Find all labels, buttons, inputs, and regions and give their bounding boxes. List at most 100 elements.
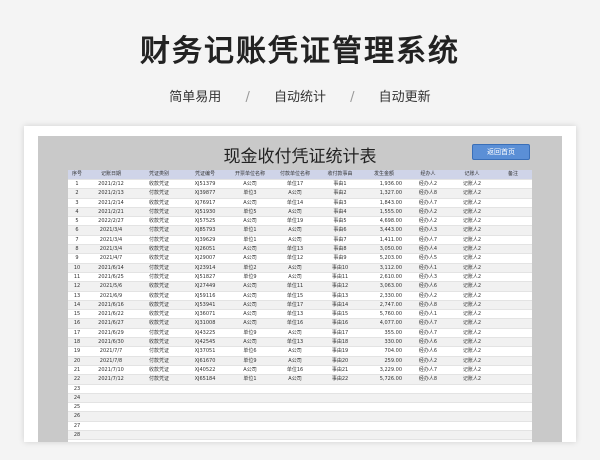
table-cell[interactable]	[182, 411, 228, 422]
table-cell[interactable]: 9	[68, 253, 86, 264]
table-cell[interactable]: 单位19	[272, 216, 318, 227]
table-cell[interactable]: A公司	[228, 318, 272, 329]
table-cell[interactable]: 单位16	[272, 365, 318, 376]
table-cell[interactable]: 10	[68, 263, 86, 273]
table-cell[interactable]: 记账人2	[450, 337, 494, 348]
table-cell[interactable]: 收款凭证	[136, 216, 182, 227]
table-cell[interactable]	[494, 225, 532, 236]
table-row[interactable]: 22 2021/7/12 付款凭证 XJ65184 单位1 A公司 事由22 5,726.00…	[68, 374, 532, 385]
table-row[interactable]: 14 2021/6/16 收款凭证 XJ53941 A公司 单位17 事由14 2,747.0…	[68, 300, 532, 311]
table-cell[interactable]	[494, 365, 532, 376]
table-cell[interactable]: 记账人2	[450, 318, 494, 329]
table-cell[interactable]: 事由13	[318, 291, 362, 301]
table-cell[interactable]: 记账人2	[450, 188, 494, 199]
table-cell[interactable]	[86, 411, 136, 422]
table-cell[interactable]: 事由6	[318, 225, 362, 236]
table-cell[interactable]: A公司	[272, 188, 318, 199]
table-cell[interactable]	[272, 411, 318, 422]
table-cell[interactable]: 单位1	[228, 225, 272, 236]
table-cell[interactable]: 记账人2	[450, 263, 494, 273]
table-cell[interactable]: 经办人8	[406, 374, 450, 385]
table-cell[interactable]: 经办人2	[406, 356, 450, 366]
table-cell[interactable]: 22	[68, 374, 86, 385]
table-cell[interactable]: A公司	[272, 328, 318, 339]
table-row[interactable]: 11 2021/6/25 付款凭证 XJ51827 单位9 A公司 事由11 2,610.00…	[68, 272, 532, 283]
table-cell[interactable]: XJ37051	[182, 346, 228, 357]
table-cell[interactable]	[450, 393, 494, 404]
table-cell[interactable]: XJ51827	[182, 272, 228, 283]
table-cell[interactable]: 付款凭证	[136, 235, 182, 246]
table-cell[interactable]	[494, 216, 532, 227]
table-cell[interactable]	[228, 421, 272, 432]
table-cell[interactable]: 1,327.00	[362, 188, 406, 199]
table-cell[interactable]	[136, 430, 182, 441]
table-cell[interactable]	[272, 402, 318, 413]
table-cell[interactable]	[494, 272, 532, 283]
table-cell[interactable]: 单位9	[228, 272, 272, 283]
table-cell[interactable]: 4,077.00	[362, 318, 406, 329]
table-cell[interactable]	[272, 393, 318, 404]
table-cell[interactable]: 事由18	[318, 337, 362, 348]
table-row[interactable]: 2 2021/2/13 付款凭证 XJ39877 单位3 A公司 事由2 1,327.00 经办…	[68, 188, 532, 199]
table-cell[interactable]: A公司	[272, 207, 318, 218]
table-cell[interactable]	[86, 384, 136, 394]
table-cell[interactable]	[182, 393, 228, 404]
table-cell[interactable]: A公司	[272, 346, 318, 357]
table-cell[interactable]: 事由15	[318, 309, 362, 320]
table-cell[interactable]	[494, 300, 532, 311]
table-cell[interactable]: XJ53941	[182, 300, 228, 311]
table-row[interactable]: 3 2021/2/14 收款凭证 XJ76917 A公司 单位14 事由3 1,843.00 经…	[68, 198, 532, 208]
table-cell[interactable]: XJ36071	[182, 309, 228, 320]
table-cell[interactable]: 2021/2/14	[86, 198, 136, 208]
table-cell[interactable]: 经办人6	[406, 337, 450, 348]
table-cell[interactable]	[318, 430, 362, 441]
table-row[interactable]: 25	[68, 402, 532, 413]
table-cell[interactable]: 259.00	[362, 356, 406, 366]
table-row[interactable]: 21 2021/7/10 收款凭证 XJ40522 A公司 单位16 事由21 3,229.0…	[68, 365, 532, 376]
table-cell[interactable]: 2021/3/4	[86, 225, 136, 236]
table-cell[interactable]: 704.00	[362, 346, 406, 357]
table-cell[interactable]: 经办人3	[406, 272, 450, 283]
table-cell[interactable]: 1,555.00	[362, 207, 406, 218]
table-cell[interactable]	[494, 374, 532, 385]
table-row[interactable]: 7 2021/3/4 付款凭证 XJ39629 单位1 A公司 事由7 1,411.00 经办人…	[68, 235, 532, 246]
table-cell[interactable]: 经办人7	[406, 235, 450, 246]
table-cell[interactable]: A公司	[228, 281, 272, 292]
table-cell[interactable]: 收款凭证	[136, 300, 182, 311]
table-cell[interactable]: XJ27449	[182, 281, 228, 292]
table-cell[interactable]: 25	[68, 402, 86, 413]
table-cell[interactable]: XJ40522	[182, 365, 228, 376]
table-cell[interactable]: 记账人2	[450, 244, 494, 255]
table-row[interactable]: 18 2021/6/30 收款凭证 XJ42545 A公司 单位13 事由18 330.00 经…	[68, 337, 532, 348]
table-cell[interactable]: 经办人7	[406, 198, 450, 208]
table-cell[interactable]: 经办人8	[406, 300, 450, 311]
table-cell[interactable]	[494, 179, 532, 190]
table-cell[interactable]: 28	[68, 430, 86, 441]
table-cell[interactable]	[86, 393, 136, 404]
table-cell[interactable]: 3	[68, 198, 86, 208]
table-cell[interactable]: 单位1	[228, 235, 272, 246]
table-cell[interactable]	[494, 337, 532, 348]
table-cell[interactable]: 2021/6/14	[86, 263, 136, 273]
table-cell[interactable]: 经办人7	[406, 328, 450, 339]
table-cell[interactable]: A公司	[228, 291, 272, 301]
table-cell[interactable]	[318, 411, 362, 422]
table-cell[interactable]: 24	[68, 393, 86, 404]
table-cell[interactable]	[86, 402, 136, 413]
table-cell[interactable]: 2022/2/27	[86, 216, 136, 227]
table-row[interactable]: 10 2021/6/14 付款凭证 XJ23914 单位2 A公司 事由10 3,112.00…	[68, 263, 532, 273]
table-cell[interactable]: 收款凭证	[136, 318, 182, 329]
table-cell[interactable]	[136, 411, 182, 422]
table-cell[interactable]: 事由9	[318, 253, 362, 264]
table-cell[interactable]: 2021/6/27	[86, 318, 136, 329]
table-cell[interactable]: 付款凭证	[136, 272, 182, 283]
table-cell[interactable]: A公司	[272, 235, 318, 246]
table-cell[interactable]	[136, 402, 182, 413]
table-row[interactable]: 24	[68, 393, 532, 404]
table-cell[interactable]: 3,050.00	[362, 244, 406, 255]
table-cell[interactable]	[494, 309, 532, 320]
table-cell[interactable]: XJ76917	[182, 198, 228, 208]
table-cell[interactable]	[228, 402, 272, 413]
table-cell[interactable]: 单位12	[272, 253, 318, 264]
table-cell[interactable]: 付款凭证	[136, 263, 182, 273]
